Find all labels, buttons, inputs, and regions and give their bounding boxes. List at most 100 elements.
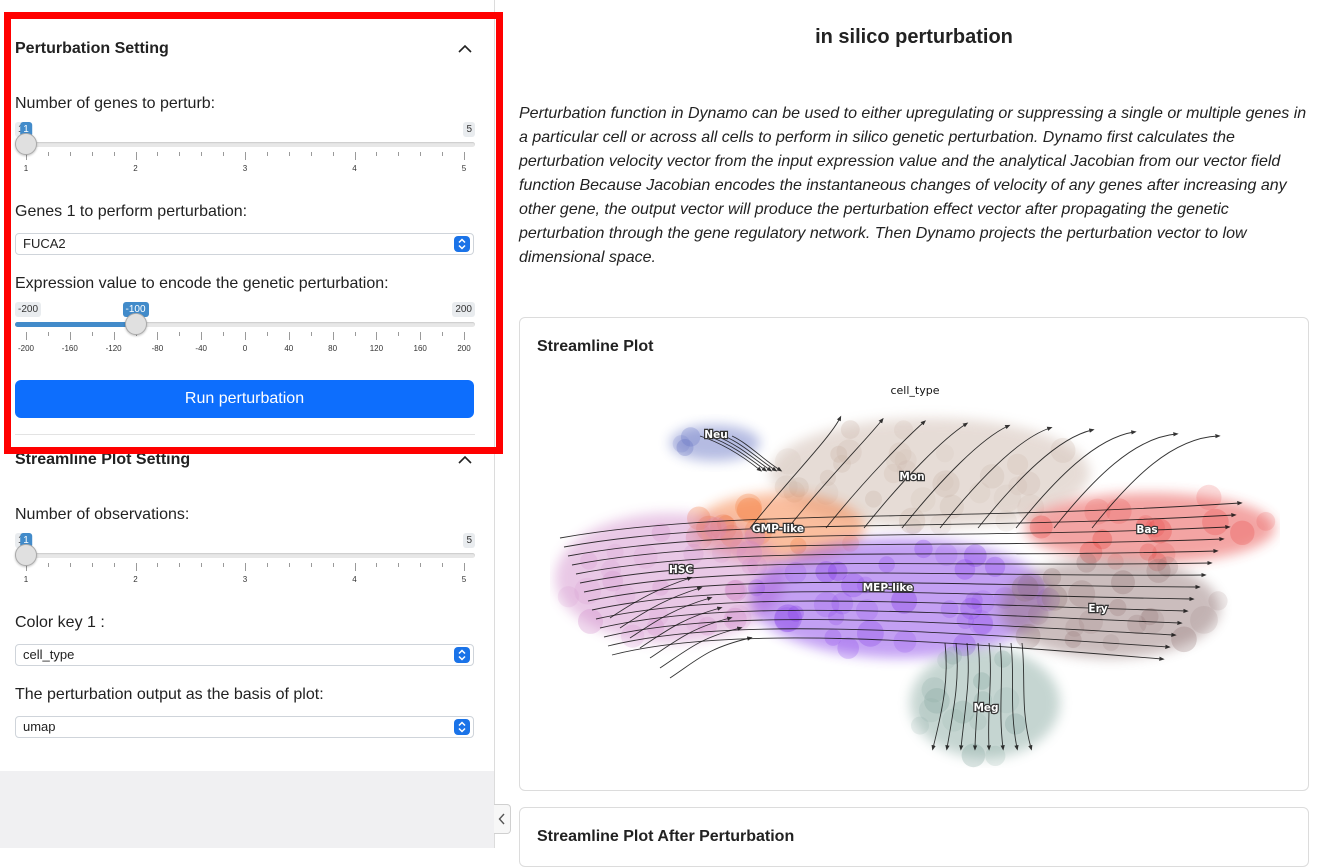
- slider-ticks: 1 2 3 4 5: [24, 563, 466, 584]
- cell-point: [911, 716, 929, 735]
- cell-point: [748, 579, 766, 597]
- sidebar-collapse-toggle[interactable]: [494, 804, 511, 834]
- select-arrows-icon: [454, 647, 470, 663]
- cell-point: [1111, 570, 1135, 595]
- cluster-label-ery: Ery: [1088, 603, 1107, 615]
- cell-point: [886, 451, 907, 472]
- plot-title: cell_type: [890, 384, 939, 397]
- cell-point: [1171, 626, 1197, 653]
- cell-point: [994, 650, 1012, 668]
- slider-tick: [464, 563, 465, 571]
- cell-point: [736, 497, 762, 523]
- slider-tick: [442, 563, 444, 567]
- description-text: Perturbation function in Dynamo can be u…: [519, 105, 1307, 266]
- slider-tick: [420, 563, 422, 567]
- cell-point: [1109, 598, 1127, 617]
- page-title: in silico perturbation: [815, 26, 1013, 48]
- cell-point: [712, 543, 731, 563]
- cluster-label-mon: Mon: [899, 471, 924, 483]
- cluster-label-hsc: HSC: [669, 564, 693, 576]
- color-key-value: cell_type: [23, 647, 75, 662]
- cell-point: [878, 556, 895, 573]
- streamline-plot: cell_type Neu Mon GMP-like HSC MEP-like Bas Er…: [555, 384, 1276, 768]
- cell-point: [680, 427, 701, 447]
- cell-point: [914, 539, 933, 559]
- slider-tick: [376, 563, 378, 567]
- slider-tick: [69, 563, 71, 567]
- cell-point: [968, 609, 993, 635]
- cell-point: [935, 444, 954, 463]
- slider-tick-label: 3: [242, 575, 248, 584]
- cell-point: [830, 445, 848, 463]
- cell-point: [973, 672, 991, 690]
- cell-point: [936, 473, 954, 491]
- slider-tick: [354, 563, 356, 571]
- cell-point: [824, 628, 842, 646]
- slider-track[interactable]: [15, 553, 475, 558]
- cell-point: [1007, 453, 1029, 475]
- streamline-plot-title: Streamline Plot: [537, 338, 654, 355]
- streamline-plot-card: Streamline Plot cell_type Neu Mon GMP-like…: [519, 317, 1309, 791]
- slider-tick: [245, 563, 246, 571]
- slider-tick: [113, 563, 115, 567]
- cell-point: [951, 700, 975, 724]
- cell-point: [1208, 591, 1228, 611]
- slider-tick: [332, 563, 334, 567]
- cluster-ery: [1000, 552, 1228, 658]
- cell-point: [698, 616, 717, 636]
- slider-tick-label: 5: [461, 575, 467, 584]
- cell-point: [961, 743, 986, 768]
- slider-tick: [47, 563, 49, 567]
- cell-point: [1029, 515, 1053, 539]
- slider-tick: [135, 563, 137, 571]
- slider-tick: [157, 563, 159, 567]
- cell-point: [1011, 574, 1039, 602]
- slider-tick: [91, 563, 93, 567]
- slider-tick: [201, 563, 203, 567]
- cell-point: [924, 688, 950, 714]
- cell-point: [724, 580, 745, 601]
- cluster-label-meg: Meg: [973, 702, 998, 714]
- cell-point: [1064, 631, 1082, 648]
- num-observations-label: Number of observations:: [15, 506, 190, 523]
- cell-point: [819, 469, 836, 486]
- cell-point: [979, 464, 1005, 489]
- cell-point: [1050, 437, 1076, 463]
- slider-tick: [398, 563, 400, 567]
- cell-point: [784, 561, 807, 584]
- slider-tick: [310, 563, 312, 567]
- cell-point: [1042, 568, 1062, 587]
- perturbed-plot-title: Streamline Plot After Perturbation: [537, 828, 795, 845]
- num-observations-slider[interactable]: 15112345: [15, 533, 475, 599]
- cell-point: [557, 586, 579, 608]
- slider-tick-label: 1: [23, 575, 29, 584]
- cluster-label-bas: Bas: [1136, 524, 1157, 536]
- cell-point: [704, 517, 727, 540]
- slider-tick-label: 2: [133, 575, 138, 584]
- cell-point: [1008, 476, 1028, 496]
- slider-tick: [288, 563, 290, 567]
- slider-max-label: 5: [463, 533, 475, 548]
- cell-point: [954, 559, 976, 580]
- cell-point: [894, 420, 914, 440]
- slider-tick: [266, 563, 268, 567]
- slider-tick: [223, 563, 225, 567]
- cell-point: [1256, 512, 1276, 531]
- basis-select[interactable]: umap: [15, 716, 474, 738]
- color-key-label: Color key 1 :: [15, 614, 105, 631]
- slider-tick-label: 4: [352, 575, 357, 584]
- chevron-up-icon[interactable]: [457, 452, 473, 468]
- color-key-select[interactable]: cell_type: [15, 644, 474, 666]
- cell-point: [985, 745, 1006, 766]
- basis-label: The perturbation output as the basis of …: [15, 686, 324, 703]
- slider-handle[interactable]: [15, 544, 37, 566]
- basis-value: umap: [23, 719, 56, 734]
- cell-point: [935, 543, 958, 566]
- select-arrows-icon: [454, 719, 470, 735]
- cell-point: [1202, 508, 1229, 536]
- cell-point: [1190, 606, 1218, 634]
- perturbed-plot-card: Streamline Plot After Perturbation: [519, 807, 1309, 867]
- cell-point: [1076, 552, 1097, 573]
- cell-point: [1157, 556, 1179, 578]
- highlight-box: [4, 12, 503, 454]
